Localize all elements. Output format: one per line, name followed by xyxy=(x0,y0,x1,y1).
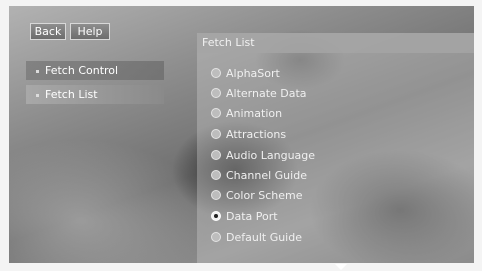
bullet-icon xyxy=(36,69,39,73)
option-label: Channel Guide xyxy=(226,169,307,182)
sidebar-item-fetch-control[interactable]: Fetch Control xyxy=(26,61,164,80)
scroll-down-arrow-icon[interactable] xyxy=(335,264,347,270)
option-color-scheme[interactable]: Color Scheme xyxy=(211,188,302,204)
panel-title: Fetch List xyxy=(202,36,255,49)
option-label: Animation xyxy=(226,107,283,120)
radio-button-icon xyxy=(211,88,221,98)
screen-border-right xyxy=(474,0,482,271)
screen-border-left xyxy=(0,0,9,271)
screen-border-bottom xyxy=(0,263,482,271)
radio-button-icon xyxy=(211,150,221,160)
help-button[interactable]: Help xyxy=(70,23,110,40)
radio-button-icon xyxy=(211,108,221,118)
tv-screen: Back Help Fetch Control Fetch List Fetch… xyxy=(0,0,482,271)
option-audio-language[interactable]: Audio Language xyxy=(211,148,315,164)
option-alternate-data[interactable]: Alternate Data xyxy=(211,86,307,102)
radio-button-icon xyxy=(211,190,221,200)
radio-button-icon xyxy=(211,232,221,242)
radio-button-icon xyxy=(211,68,221,78)
option-alphasort[interactable]: AlphaSort xyxy=(211,66,280,82)
option-data-port[interactable]: Data Port xyxy=(211,209,278,225)
sidebar-item-label: Fetch Control xyxy=(45,64,119,77)
option-label: Color Scheme xyxy=(226,189,303,202)
option-animation[interactable]: Animation xyxy=(211,106,282,122)
option-label: Default Guide xyxy=(226,231,302,244)
option-label: Attractions xyxy=(226,128,287,141)
option-label: Data Port xyxy=(226,210,278,223)
option-label: Audio Language xyxy=(226,149,316,162)
option-label: Alternate Data xyxy=(226,87,307,100)
option-attractions[interactable]: Attractions xyxy=(211,127,286,143)
radio-button-icon xyxy=(211,129,221,139)
sidebar-item-fetch-list[interactable]: Fetch List xyxy=(26,85,164,104)
option-default-guide[interactable]: Default Guide xyxy=(211,230,302,246)
option-label: AlphaSort xyxy=(226,67,280,80)
back-button[interactable]: Back xyxy=(30,23,66,40)
radio-button-selected-icon xyxy=(211,211,221,221)
option-channel-guide[interactable]: Channel Guide xyxy=(211,168,307,184)
bullet-icon xyxy=(36,93,39,97)
screen-border-top xyxy=(0,0,482,6)
sidebar-item-label: Fetch List xyxy=(45,88,98,101)
radio-button-icon xyxy=(211,170,221,180)
